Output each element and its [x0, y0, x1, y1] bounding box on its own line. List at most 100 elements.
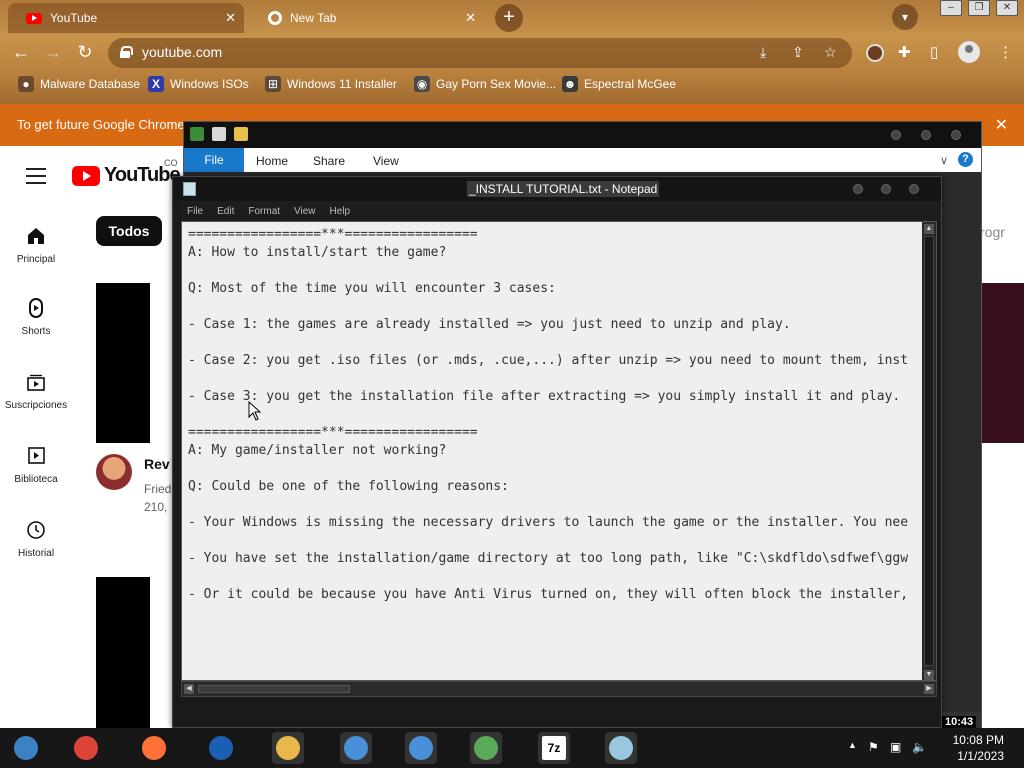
scroll-down-icon[interactable]: ▼: [924, 670, 934, 680]
text-line[interactable]: [188, 262, 918, 280]
chevron-down-icon[interactable]: ∨: [940, 154, 948, 167]
forward-arrow-icon[interactable]: →: [42, 42, 64, 63]
bookmark-espectral-mcgee[interactable]: ☻ Espectral McGee: [562, 76, 676, 92]
install-app-icon[interactable]: ⤓: [760, 44, 766, 61]
scroll-right-icon[interactable]: ▶: [924, 684, 934, 694]
text-line[interactable]: - Case 2: you get .iso files (or .mds, .…: [188, 352, 918, 370]
tab-file[interactable]: File: [184, 148, 244, 172]
video-title[interactable]: Rev: [144, 456, 170, 472]
chevron-up-icon[interactable]: ▲: [848, 740, 857, 750]
scroll-left-icon[interactable]: ◀: [184, 684, 194, 694]
notepad-app-icon[interactable]: [605, 732, 637, 764]
horizontal-scrollbar[interactable]: ◀ ▶: [181, 681, 937, 697]
text-line[interactable]: - Case 1: the games are already installe…: [188, 316, 918, 334]
bookmark-malware-database[interactable]: ● Malware Database: [18, 76, 140, 92]
tab-search-chevron-icon[interactable]: ▾: [892, 4, 918, 30]
text-line[interactable]: =================***=================: [188, 226, 918, 244]
video-channel[interactable]: Fried: [144, 482, 171, 496]
scrollbar-thumb[interactable]: [924, 236, 934, 666]
vertical-scrollbar[interactable]: ▲ ▼: [922, 222, 936, 680]
chromium-app-icon[interactable]: [10, 732, 42, 764]
obama-logo-app-icon[interactable]: [205, 732, 237, 764]
new-tab-button[interactable]: +: [495, 4, 523, 32]
chip-partial[interactable]: rogr: [980, 224, 1005, 240]
network-icon[interactable]: ▣: [890, 740, 901, 754]
bookmark-movie-site[interactable]: ◉ Gay Porn Sex Movie...: [414, 76, 556, 92]
sidebar-item-shorts[interactable]: Shorts: [0, 298, 72, 337]
sidebar-item-biblioteca[interactable]: Biblioteca: [0, 446, 72, 485]
tab-youtube[interactable]: YouTube ✕: [8, 3, 244, 33]
text-line[interactable]: [188, 496, 918, 514]
sidebar-item-historial[interactable]: Historial: [0, 520, 72, 559]
folder-green-icon[interactable]: [190, 127, 204, 141]
hamburger-menu-icon[interactable]: [26, 168, 46, 189]
notepad-titlebar[interactable]: _INSTALL TUTORIAL.txt - Notepad: [173, 177, 941, 201]
share-icon[interactable]: ⇪: [792, 44, 804, 61]
tab-new-tab[interactable]: New Tab ✕: [250, 3, 484, 33]
menu-edit[interactable]: Edit: [217, 206, 234, 217]
text-line[interactable]: A: How to install/start the game?: [188, 244, 918, 262]
url-text[interactable]: youtube.com: [142, 44, 222, 60]
reload-icon[interactable]: ↻: [74, 42, 96, 63]
sidebar-item-suscripciones[interactable]: Suscripciones: [0, 372, 72, 411]
bookmark-star-icon[interactable]: ☆: [824, 44, 837, 61]
scrollbar-thumb[interactable]: [198, 685, 350, 693]
bookmark-windows-11-installer[interactable]: ⊞ Windows 11 Installer: [265, 76, 397, 92]
text-line[interactable]: [188, 568, 918, 586]
back-arrow-icon[interactable]: ←: [10, 42, 32, 63]
close-window-button[interactable]: ✕: [996, 0, 1018, 16]
flag-icon[interactable]: ⚑: [868, 740, 879, 754]
file-explorer-app-icon[interactable]: [272, 732, 304, 764]
7zip-app-icon[interactable]: 7z: [538, 732, 570, 764]
tab-view[interactable]: View: [373, 154, 399, 168]
tab-share[interactable]: Share: [313, 154, 345, 168]
text-line[interactable]: [188, 298, 918, 316]
maximize-button[interactable]: [881, 184, 891, 194]
text-line[interactable]: [188, 334, 918, 352]
text-line[interactable]: - Case 3: you get the installation file …: [188, 388, 918, 406]
close-tab-icon[interactable]: ✕: [225, 10, 236, 26]
chip-todos[interactable]: Todos: [96, 216, 162, 246]
video-thumbnail[interactable]: [96, 577, 150, 728]
text-editor[interactable]: =================***================= A: …: [181, 221, 937, 681]
text-line[interactable]: - You have set the installation/game dir…: [188, 550, 918, 568]
properties-icon[interactable]: [212, 127, 226, 141]
installer-2-app-icon[interactable]: [405, 732, 437, 764]
extensions-puzzle-icon[interactable]: ✚: [898, 43, 911, 61]
menu-help[interactable]: Help: [330, 206, 351, 217]
text-line[interactable]: Q: Could be one of the following reasons…: [188, 478, 918, 496]
tab-home[interactable]: Home: [256, 154, 288, 168]
minimize-button[interactable]: [891, 130, 901, 140]
maximize-button[interactable]: ❐: [968, 0, 990, 16]
scroll-up-icon[interactable]: ▲: [924, 224, 934, 234]
editor-text[interactable]: =================***================= A: …: [188, 226, 918, 604]
network-app-icon[interactable]: [470, 732, 502, 764]
text-line[interactable]: Q: Most of the time you will encounter 3…: [188, 280, 918, 298]
minimize-button[interactable]: [853, 184, 863, 194]
bookmark-windows-isos[interactable]: X Windows ISOs: [148, 76, 249, 92]
menu-format[interactable]: Format: [248, 206, 280, 217]
close-window-button[interactable]: [951, 130, 961, 140]
address-bar[interactable]: youtube.com ⤓ ⇪ ☆: [108, 38, 852, 68]
menu-file[interactable]: File: [187, 206, 203, 217]
chrome-app-icon[interactable]: [70, 732, 102, 764]
text-line[interactable]: - Your Windows is missing the necessary …: [188, 514, 918, 532]
close-icon[interactable]: ✕: [995, 115, 1008, 135]
more-menu-icon[interactable]: ⋮: [998, 43, 1013, 61]
firefox-app-icon[interactable]: [138, 732, 170, 764]
installer-app-icon[interactable]: [340, 732, 372, 764]
text-line[interactable]: [188, 460, 918, 478]
maximize-button[interactable]: [921, 130, 931, 140]
account-icon[interactable]: [958, 41, 980, 63]
text-line[interactable]: A: My game/installer not working?: [188, 442, 918, 460]
volume-icon[interactable]: 🔈: [912, 740, 927, 754]
channel-avatar[interactable]: [96, 454, 132, 490]
text-line[interactable]: =================***=================: [188, 424, 918, 442]
text-line[interactable]: [188, 406, 918, 424]
lock-icon[interactable]: [120, 46, 133, 58]
close-tab-icon[interactable]: ✕: [465, 10, 476, 26]
new-folder-icon[interactable]: [234, 127, 248, 141]
sidebar-item-principal[interactable]: Principal: [0, 226, 72, 265]
text-line[interactable]: [188, 370, 918, 388]
minimize-button[interactable]: –: [940, 0, 962, 16]
